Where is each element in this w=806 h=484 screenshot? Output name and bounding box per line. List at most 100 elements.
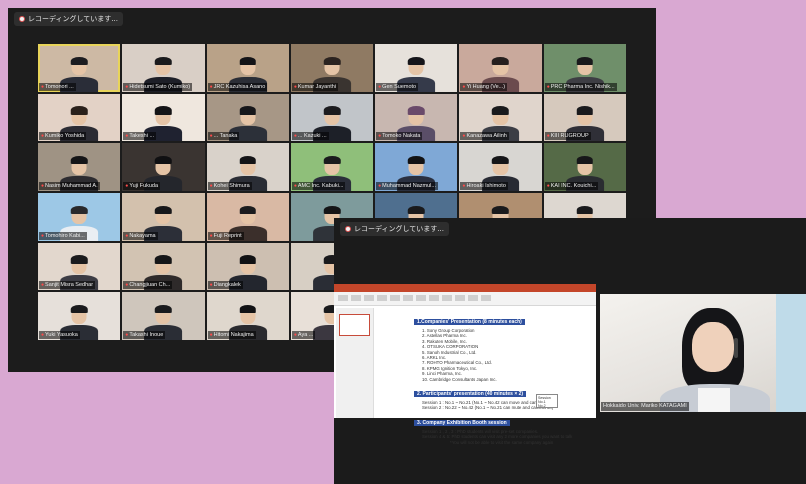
participant-tile[interactable]: ● Kumar Jayanthi [290, 44, 374, 92]
session-line: Session 2 : No.22 ~ No.42 (No.1 ~ No.21 … [422, 405, 554, 411]
participant-tile[interactable]: ● Diangkalek [206, 242, 289, 291]
participant-name-tag: ● Gen Suemoto [376, 82, 419, 91]
participant-name: Kohei Shimura [213, 183, 250, 189]
participant-name: Hidetsumi Sato (Kumiko) [129, 83, 191, 90]
participant-name-tag: ● Kumiko Yoshida [39, 132, 87, 141]
note-line: *You will not be able to visit the same … [450, 439, 554, 445]
participant-name-tag: ● Hiroaki Ishimoto [460, 182, 508, 190]
participant-name: Takeshi ... [129, 133, 155, 140]
participant-name-tag: ● Takeshi ... [123, 132, 157, 141]
participant-name-tag: ● Hitomi Nakajima [207, 331, 256, 339]
participant-name: Tomohiro Kabi... [45, 232, 85, 239]
participant-tile[interactable]: ● Yuki Yasuoka [38, 292, 121, 340]
participant-name: Nakayama [129, 232, 156, 239]
participant-tile[interactable]: ● Fuji Reprint [206, 193, 289, 241]
participant-tile[interactable]: ● Muhammad Nazmul... [375, 143, 458, 191]
participant-name-tag: ● Fuji Reprint [207, 231, 244, 240]
participant-tile[interactable]: ● Kohei Shimura [206, 143, 289, 191]
mic-muted-icon: ● [209, 332, 213, 338]
participant-name: Tomonori ... [45, 83, 74, 90]
participant-tile[interactable]: ● Kumiko Yoshida [38, 93, 121, 142]
mic-muted-icon: ● [41, 183, 45, 189]
participant-name: Yuji Fukuda [129, 183, 159, 189]
mic-muted-icon: ● [462, 133, 466, 140]
slide-thumbnail[interactable] [339, 314, 370, 336]
participant-name: Tomoko Nakata [382, 133, 421, 140]
participant-tile[interactable]: ● Tomohiro Kabi... [38, 193, 121, 241]
mic-muted-icon: ● [462, 83, 466, 90]
recording-indicator[interactable]: レコーディングしています... [14, 12, 123, 26]
participant-tile[interactable]: ● Tomoko Nakata [375, 93, 458, 142]
participant-tile[interactable]: ● Yuji Fukuda [122, 143, 205, 191]
mic-muted-icon: ● [293, 183, 297, 189]
mic-muted-icon: ● [125, 133, 129, 140]
participant-name-tag: ● AMC Inc. Kabuki... [291, 182, 346, 190]
ppt-ribbon[interactable] [334, 292, 596, 306]
mic-muted-icon: ● [41, 133, 45, 140]
participant-name-tag: ● Changjiuan Ch... [123, 281, 173, 290]
participant-name-tag: ● PRC Pharma Inc. Nishik... [544, 82, 617, 91]
mic-muted-icon: ● [41, 232, 45, 239]
participant-tile[interactable]: ● Nakayama [122, 193, 205, 241]
participant-tile[interactable]: ● JRC Kazuhisa Asano [206, 44, 289, 92]
participant-name: AMC Inc. Kabuki... [297, 183, 344, 189]
note-line: Session 4 & 5: PhD students can visit an… [422, 434, 573, 440]
participant-tile[interactable]: ● Takashi Inoue [122, 292, 205, 340]
participant-name: Sanjit Misra Sedhar [45, 282, 94, 289]
participant-name: Fuji Reprint [213, 232, 242, 239]
speaker-name-tag: Hokkaido Univ. Mariko KATAGAMI [601, 402, 689, 411]
participant-tile[interactable]: ● Yi Huang (Ve...) [459, 44, 542, 92]
legend-item: No.2 [538, 404, 546, 409]
mic-muted-icon: ● [378, 83, 382, 90]
participant-name: KIII RUGROUP [550, 133, 589, 140]
session-legend: Session No.1 No.2 [536, 394, 558, 408]
participant-tile[interactable]: ●... Kazuki ... [290, 93, 374, 142]
headset-mic-icon [734, 338, 738, 358]
record-icon [345, 226, 351, 232]
participant-tile[interactable]: ● Changjiuan Ch... [122, 242, 205, 291]
participant-tile[interactable]: ● Hidetsumi Sato (Kumiko) [122, 44, 205, 92]
participant-name-tag: ●... Kazuki ... [291, 132, 329, 141]
speaker-video[interactable]: Hokkaido Univ. Mariko KATAGAMI [600, 294, 806, 412]
participant-name-tag: ● Kanazawa Ailinh [460, 132, 509, 141]
participant-name: Yuki Yasuoka [45, 332, 78, 338]
participant-name: Hiroaki Ishimoto [466, 183, 506, 189]
mic-muted-icon: ● [546, 183, 550, 189]
mic-muted-icon: ● [293, 133, 297, 140]
mic-muted-icon: ● [125, 332, 129, 338]
recording-indicator[interactable]: レコーディングしています... [340, 222, 449, 236]
participant-name-tag: ● Nasim Muhammad A. [39, 182, 100, 190]
participant-tile[interactable]: ● KAI INC. Kouichi... [543, 143, 626, 191]
mic-muted-icon: ● [125, 183, 129, 189]
participant-tile[interactable]: ● AMC Inc. Kabuki... [290, 143, 374, 191]
company-item: 10. Cambridge Consultants Japan Inc. [422, 376, 497, 382]
participant-tile[interactable]: ● PRC Pharma Inc. Nishik... [543, 44, 626, 92]
section-heading: 2. Participants' presentation (40 minute… [414, 391, 527, 398]
participant-tile[interactable]: ● Hiroaki Ishimoto [459, 143, 542, 191]
slide-thumbnail-pane[interactable] [336, 308, 374, 418]
mic-muted-icon: ● [125, 232, 129, 239]
participant-tile[interactable]: ● Hitomi Nakajima [206, 292, 289, 340]
participant-tile[interactable]: ● KIII RUGROUP [543, 93, 626, 142]
participant-name: Changjiuan Ch... [129, 282, 171, 289]
participant-tile[interactable]: ● Sanjit Misra Sedhar [38, 242, 121, 291]
mic-muted-icon: ● [209, 183, 213, 189]
participant-name: Aya ... [297, 332, 314, 338]
section-heading: 3. Company Exhibition Booth session [414, 419, 510, 426]
share-window: レコーディングしています... 1.Companies' Presentatio… [334, 218, 806, 484]
participant-tile[interactable]: ● Kanazawa Ailinh [459, 93, 542, 142]
participant-name-tag: ● JRC Kazuhisa Asano [207, 82, 268, 91]
mic-muted-icon: ● [209, 282, 213, 289]
participant-name-tag: ● Takashi Inoue [123, 331, 166, 339]
shared-screen[interactable]: 1.Companies' Presentation (8 minutes eac… [334, 284, 596, 445]
mic-muted-icon: ● [209, 83, 213, 90]
record-icon [19, 16, 25, 22]
mic-muted-icon: ● [209, 232, 213, 239]
participant-tile[interactable]: ● Takeshi ... [122, 93, 205, 142]
participant-name-tag: ● Aya ... [291, 331, 316, 339]
participant-tile[interactable]: ●... Tanaka [206, 93, 289, 142]
participant-tile[interactable]: ● Nasim Muhammad A. [38, 143, 121, 191]
participant-name: Kanazawa Ailinh [466, 133, 507, 140]
participant-tile[interactable]: ● Gen Suemoto [375, 44, 458, 92]
participant-tile[interactable]: ● Tomonori ... [38, 44, 121, 92]
